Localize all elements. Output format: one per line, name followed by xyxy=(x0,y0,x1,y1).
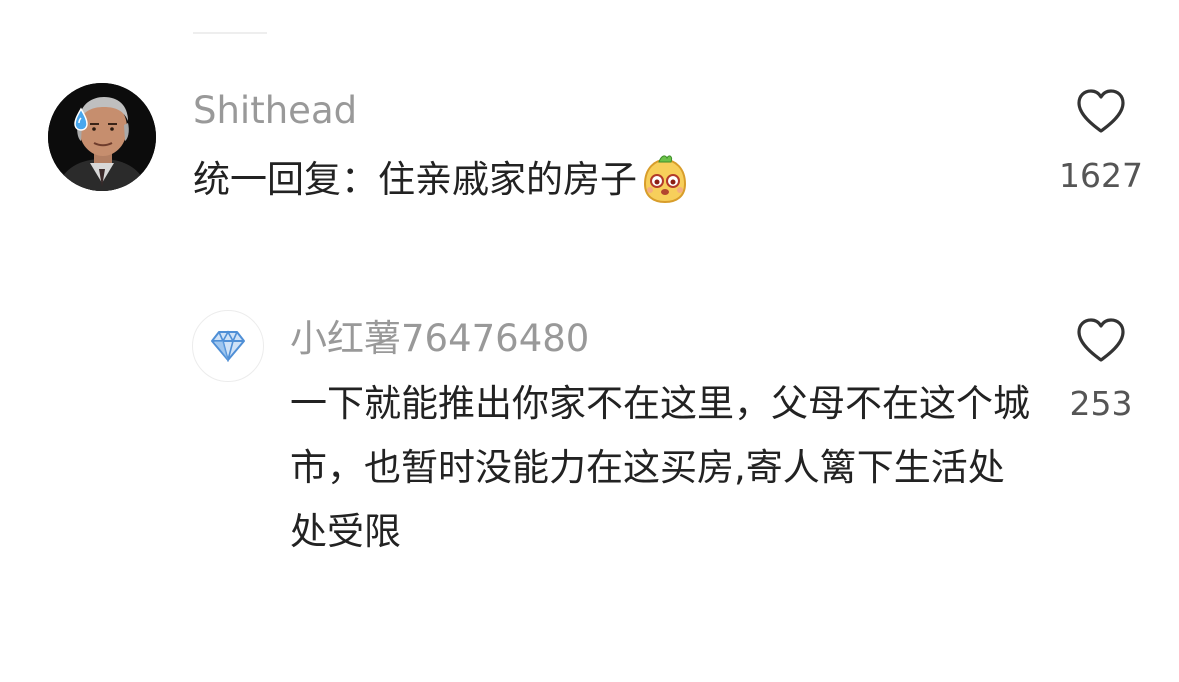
bear-face-emoji xyxy=(639,154,691,206)
like-count: 1627 xyxy=(1059,156,1143,195)
comment-text-row: 统一回复：住亲戚家的房子 xyxy=(193,148,691,212)
like-count: 253 xyxy=(1069,384,1133,423)
username[interactable]: Shithead xyxy=(193,88,357,134)
diamond-icon xyxy=(211,330,245,362)
comment-item: 小红薯76476480 一下就能推出你家不在这里，父母不在这个城市，也暂时没能力… xyxy=(0,300,1179,600)
comment-item: Shithead 统一回复：住亲戚家的房子 1627 xyxy=(0,0,1179,240)
heart-icon[interactable] xyxy=(1075,87,1127,135)
man-portrait-avatar xyxy=(48,83,156,191)
comment-text: 统一回复：住亲戚家的房子 xyxy=(193,158,637,201)
avatar[interactable] xyxy=(48,83,156,191)
username[interactable]: 小红薯76476480 xyxy=(290,316,589,362)
avatar[interactable] xyxy=(192,310,264,382)
comment-text: 一下就能推出你家不在这里，父母不在这个城市，也暂时没能力在这买房,寄人篱下生活处… xyxy=(290,382,1030,553)
heart-icon[interactable] xyxy=(1075,316,1127,364)
